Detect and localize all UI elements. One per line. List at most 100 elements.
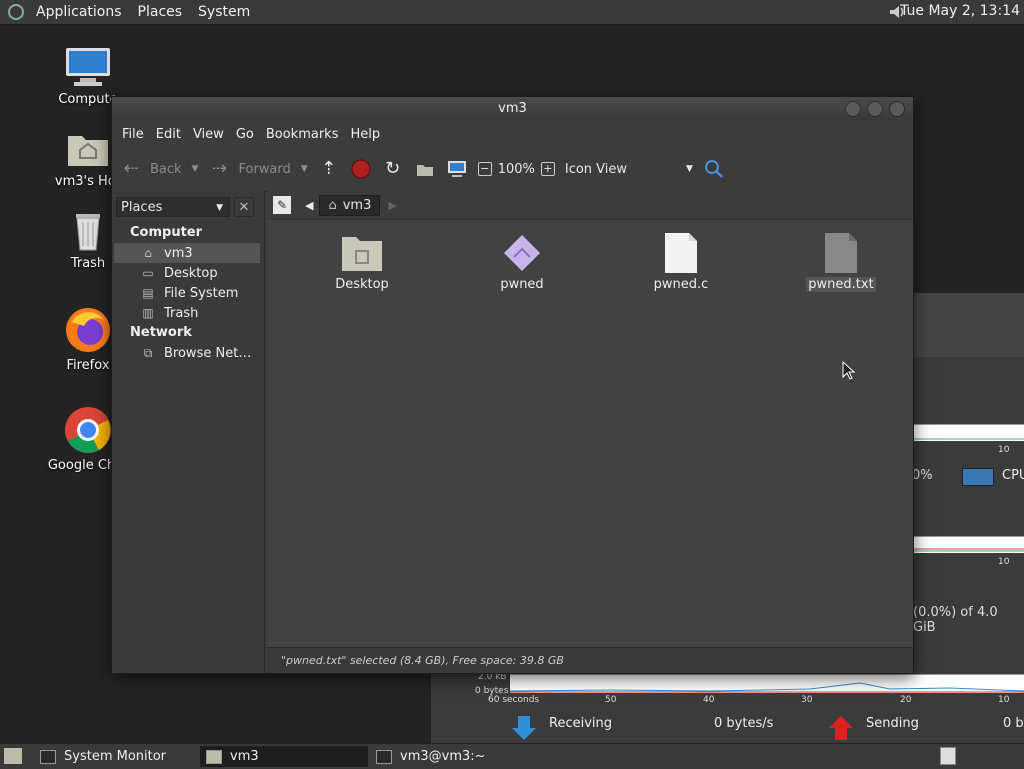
edit-location-button[interactable]: ✎ [273,196,291,214]
terminal-icon [376,749,392,764]
close-button[interactable] [889,101,905,117]
back-arrow-icon: ⇠ [123,158,139,179]
search-button[interactable] [703,158,725,180]
desktop-folder-icon: ▭ [142,266,154,280]
zoom-control: − 100% + [477,161,555,177]
time-tick-10: 10 [998,695,1010,705]
forward-button[interactable]: ⇢ Forward ▼ [208,158,308,180]
stop-button[interactable] [350,158,372,180]
receiving-label: Receiving [549,716,613,731]
window-titlebar[interactable]: vm3 [112,97,913,121]
cpu-percent: 0% [912,468,933,483]
zoom-level: 100% [497,161,535,177]
home-button[interactable] [414,158,436,180]
time-tick-60: 60 seconds [488,695,540,705]
time-tick-20: 20 [900,695,912,705]
distro-logo-icon[interactable] [8,4,24,20]
cpu-tick-10: 10 [998,445,1010,455]
file-item-desktop[interactable]: Desktop [307,233,417,292]
system-monitor-icon [40,749,56,764]
sidebar-item-desktop[interactable]: ▭ Desktop [114,263,260,283]
clock[interactable]: Tue May 2, 13:14 [900,3,1020,19]
menu-places[interactable]: Places [130,4,191,20]
menu-edit[interactable]: Edit [150,127,187,142]
close-sidebar-button[interactable]: ✕ [234,197,254,217]
menu-system[interactable]: System [190,4,258,20]
home-icon: ⌂ [328,197,337,213]
minimize-button[interactable] [845,101,861,117]
mouse-pointer-icon [842,361,856,380]
menu-applications[interactable]: Applications [28,4,130,20]
executable-icon [504,235,540,271]
sidebar-item-vm3[interactable]: ⌂ vm3 [114,243,260,263]
firefox-icon [66,308,110,352]
trash-icon: ▥ [142,306,154,320]
sidebar-item-file-system[interactable]: ▤ File System [114,283,260,303]
window-title: vm3 [498,101,527,116]
time-tick-50: 50 [605,695,617,705]
menu-view[interactable]: View [187,127,230,142]
menu-help[interactable]: Help [344,127,386,142]
task-terminal[interactable]: vm3@vm3:~ [370,746,540,767]
network-graph [510,674,1024,693]
close-icon: ✕ [238,200,250,215]
chevron-down-icon: ▼ [685,164,693,174]
menu-go[interactable]: Go [230,127,260,142]
home-icon: ⌂ [144,246,152,260]
text-file-icon [825,233,857,273]
cpu-legend-label: CPU [1002,468,1024,483]
memory-usage-text: (0.0%) of 4.0 GiB [913,605,998,635]
file-view[interactable]: ✎ ◀ ⌂ vm3 ▶ Desktop pwned pwned.c pwned.… [267,191,913,673]
reload-icon: ↻ [385,158,401,179]
back-history-dropdown-icon[interactable]: ▼ [192,164,199,174]
sidebar-section-network: Network [130,325,192,340]
up-button[interactable]: ⇡ [318,158,340,180]
network-graph-line [510,682,1024,693]
forward-arrow-icon: ⇢ [211,158,228,179]
zoom-in-icon[interactable]: + [540,162,555,176]
view-mode-select[interactable]: Icon View ▼ [565,162,693,177]
receiving-value: 0 bytes/s [714,716,774,731]
path-button-vm3[interactable]: ⌂ vm3 [319,194,381,216]
stop-icon [351,159,371,179]
sidebar-view-select[interactable]: Places ▼ [116,197,230,217]
sidebar-item-trash[interactable]: ▥ Trash [114,303,260,323]
sidebar: Places ▼ ✕ Computer ⌂ vm3 ▭ Desktop ▤ File … [112,191,265,673]
task-system-monitor[interactable]: System Monitor [34,746,198,767]
sending-value: 0 by [1003,716,1024,731]
path-bar: ✎ ◀ ⌂ vm3 ▶ [267,191,913,220]
show-desktop-icon[interactable] [4,748,22,764]
sending-arrow-icon [829,716,853,740]
menu-file[interactable]: File [116,127,150,142]
home-icon [416,165,433,176]
sidebar-item-browse-network[interactable]: ⧉ Browse Net… [114,343,260,363]
toolbar: ⇠ Back ▼ ⇢ Forward ▼ ⇡ ↻ − 100% + Icon V… [112,147,913,192]
path-scroll-left-button[interactable]: ◀ [305,199,313,212]
status-bar: "pwned.txt" selected (8.4 GB), Free spac… [267,647,913,673]
trash-icon [76,214,100,251]
file-manager-window[interactable]: vm3 File Edit View Go Bookmarks Help ⇠ B… [111,96,914,674]
back-button[interactable]: ⇠ Back ▼ [120,158,198,180]
computer-button[interactable] [446,158,468,180]
maximize-button[interactable] [867,101,883,117]
forward-history-dropdown-icon[interactable]: ▼ [301,164,308,174]
chrome-icon [65,407,111,453]
reload-button[interactable]: ↻ [382,158,404,180]
menu-bookmarks[interactable]: Bookmarks [260,127,345,142]
top-panel: Applications Places System Tue May 2, 13… [0,0,1024,25]
receiving-arrow-icon [512,716,536,740]
text-file-icon [665,233,697,273]
sending-label: Sending [866,716,919,731]
workspace-switcher-icon[interactable] [940,747,956,765]
chevron-down-icon: ▼ [216,203,223,213]
file-item-pwned-txt[interactable]: pwned.txt [786,233,896,292]
sidebar-section-computer: Computer [130,225,203,240]
file-item-pwned-c[interactable]: pwned.c [626,233,736,292]
home-folder-icon [206,749,222,764]
file-item-pwned[interactable]: pwned [467,233,577,292]
cpu-color-swatch[interactable] [962,468,994,486]
path-scroll-right-button[interactable]: ▶ [388,199,396,212]
task-vm3[interactable]: vm3 [200,746,368,767]
time-tick-30: 30 [801,695,813,705]
zoom-out-icon[interactable]: − [477,162,492,176]
